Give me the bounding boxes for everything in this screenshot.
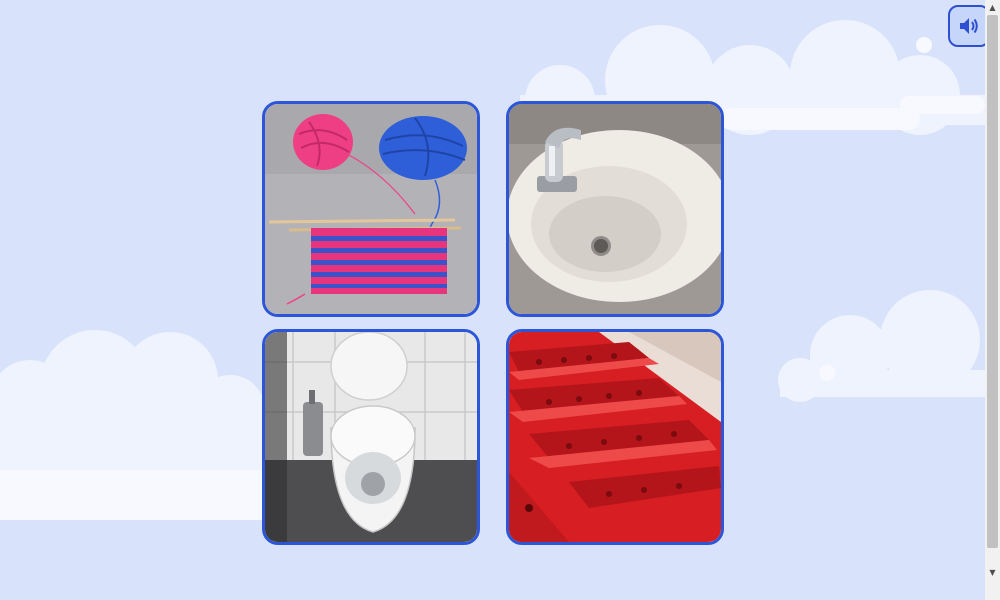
scroll-up-arrow[interactable]: ▲ (985, 0, 1000, 15)
vertical-scrollbar[interactable]: ▲ ▼ (985, 0, 1000, 600)
sound-button[interactable] (948, 5, 990, 47)
option-card-sink[interactable] (506, 101, 724, 317)
speaker-icon (960, 18, 978, 34)
background-clouds (0, 20, 990, 520)
yarn-knitting-image (265, 104, 477, 314)
scroll-down-arrow[interactable]: ▼ (985, 565, 1000, 580)
toilet-image (265, 332, 477, 542)
sink-image (509, 104, 721, 314)
scroll-thumb[interactable] (987, 15, 998, 548)
option-card-yarn[interactable] (262, 101, 480, 317)
option-card-toilet[interactable] (262, 329, 480, 545)
option-card-stairs[interactable] (506, 329, 724, 545)
red-stairs-image (509, 332, 721, 542)
